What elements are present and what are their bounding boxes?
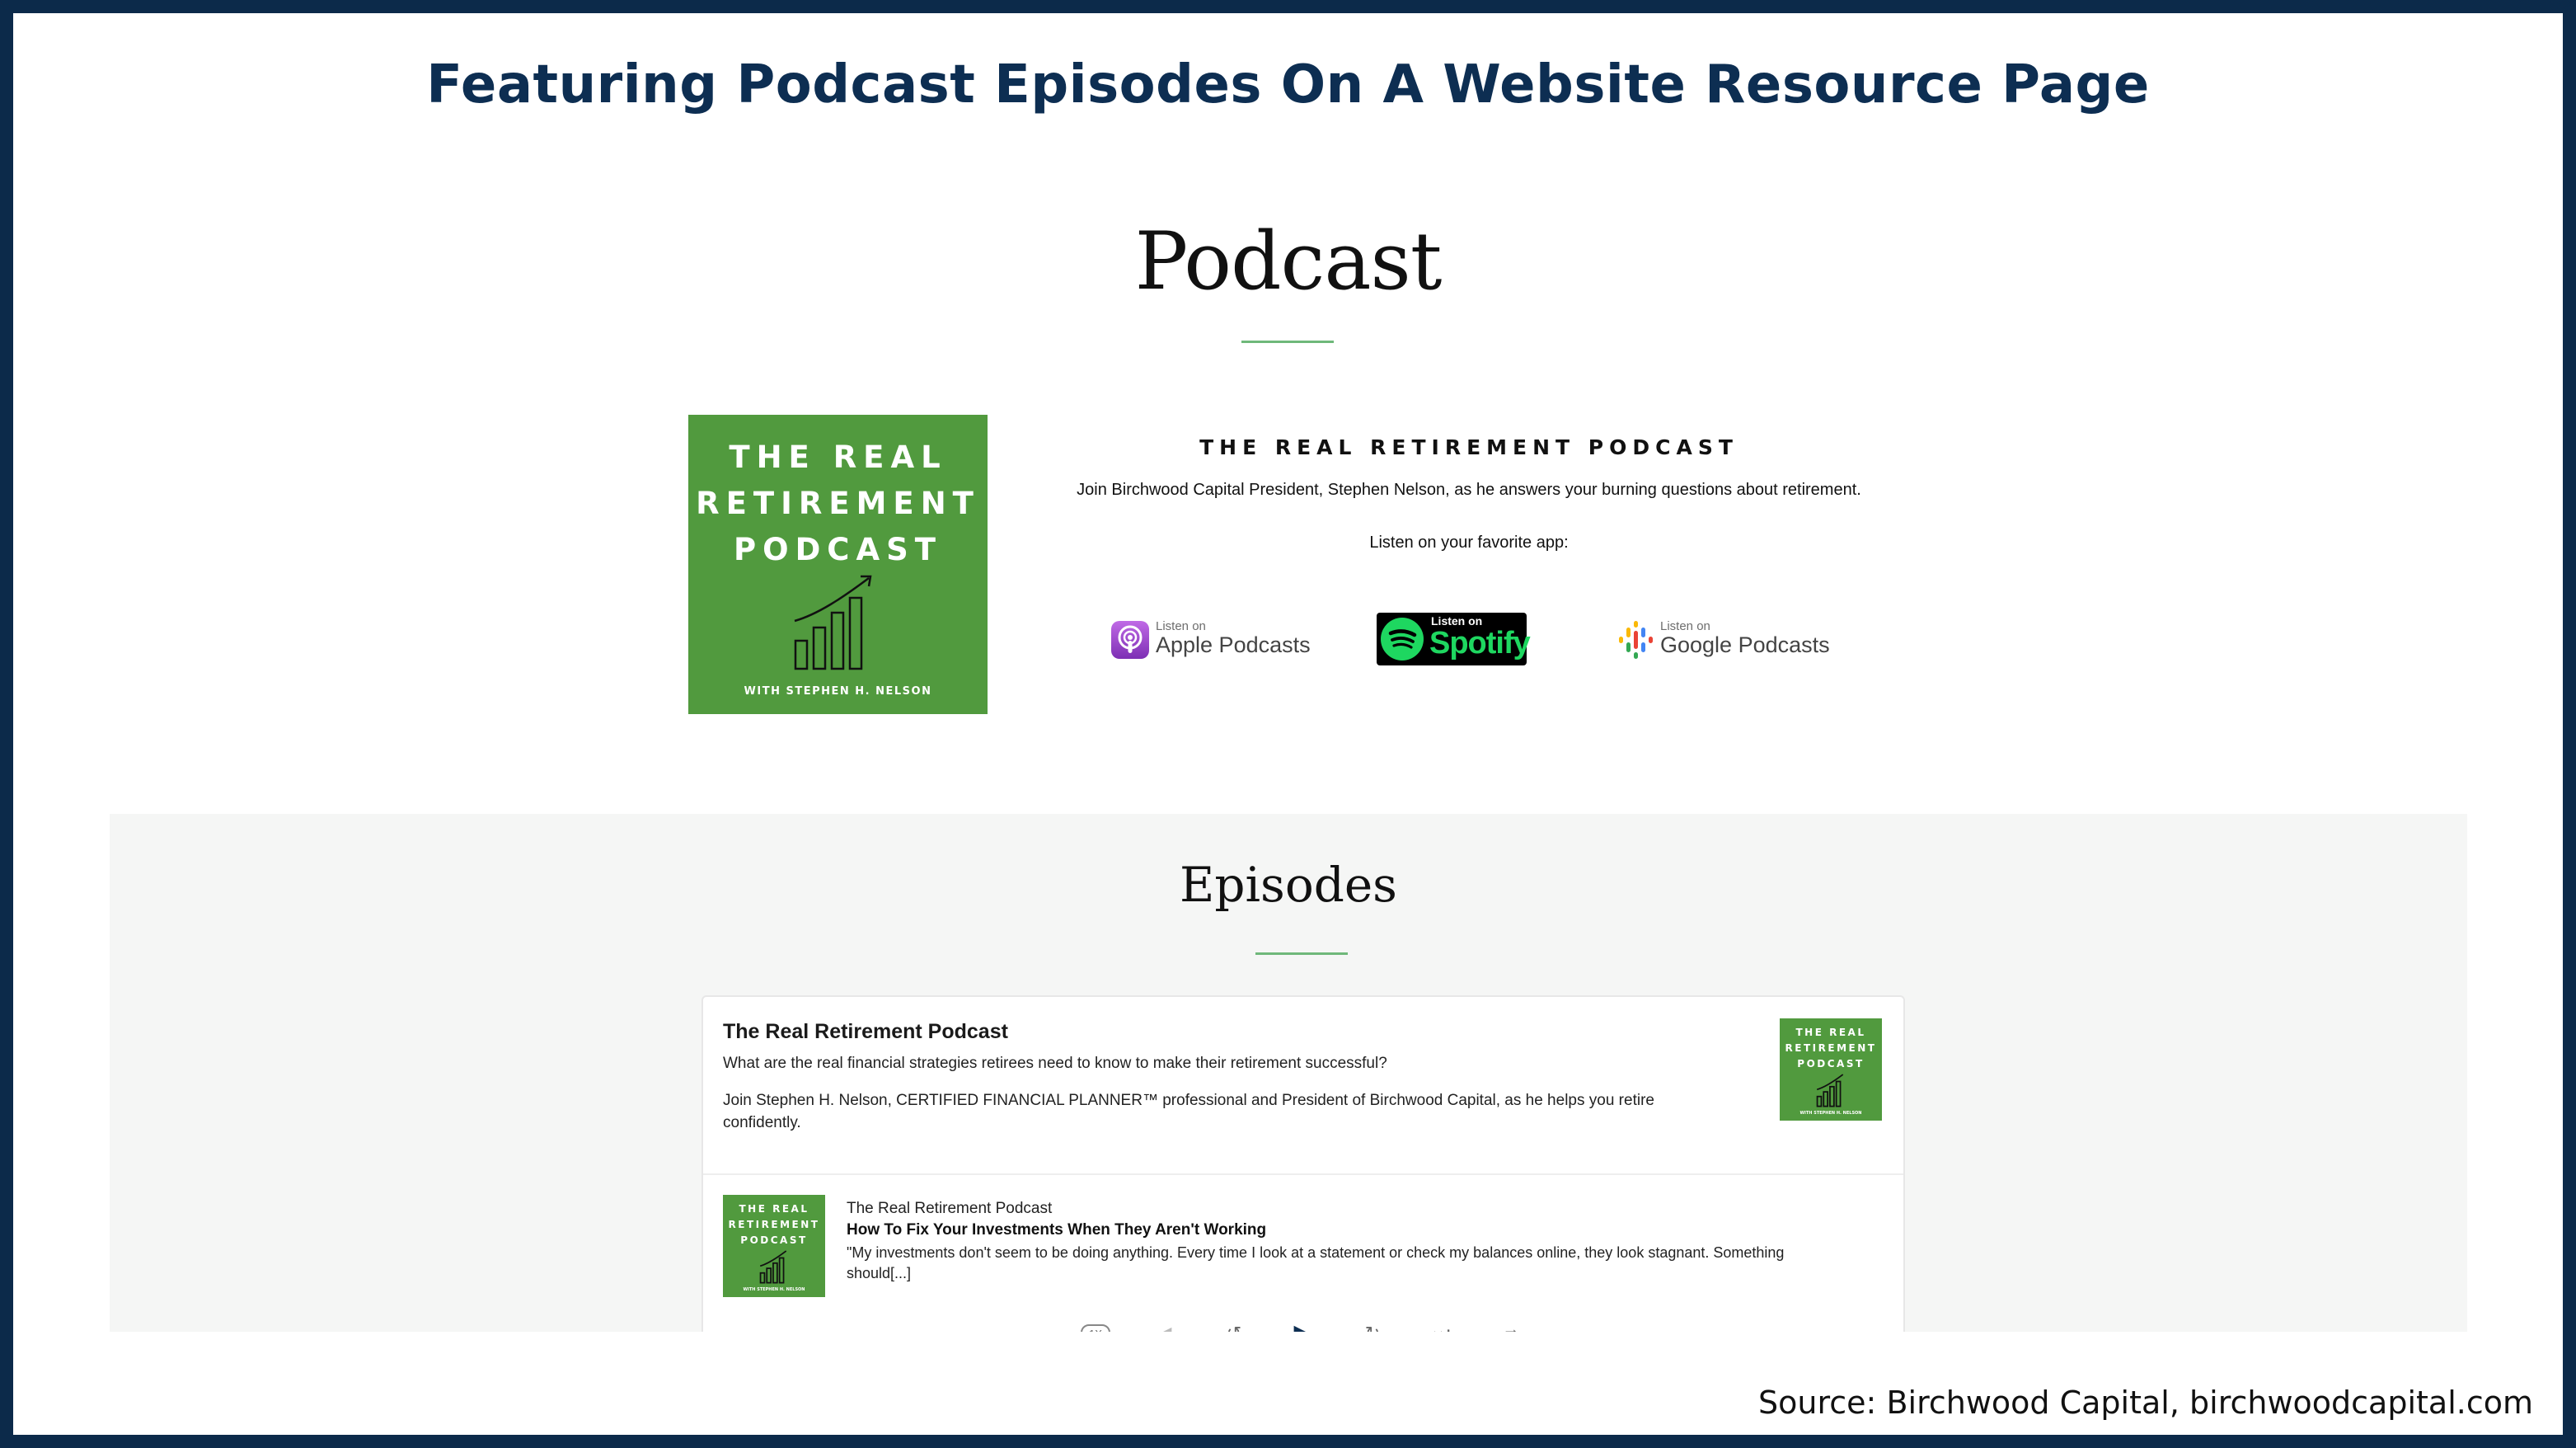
apple-podcasts-label: Apple Podcasts [1156,632,1311,657]
episode-growth-chart-icon [759,1250,787,1284]
listen-prompt: Listen on your favorite app: [1369,534,1569,552]
google-listen-on: Listen on [1660,619,1710,633]
cover-line-1: THE REAL [729,440,947,475]
cover-line-2: RETIREMENT [696,486,980,521]
apple-podcasts-icon [1111,621,1149,659]
card-cover-line-1: THE REAL [1795,1027,1866,1038]
spotify-icon [1381,618,1424,661]
episode-cover-host: WITH STEPHEN H. NELSON [743,1287,805,1292]
card-cover-host: WITH STEPHEN H. NELSON [1799,1111,1862,1116]
previous-episode-icon[interactable]: ◀ [1147,1317,1183,1332]
share-icon[interactable]: ➦ [1493,1317,1529,1332]
cover-host: WITH STEPHEN H. NELSON [744,685,932,698]
spotify-badge[interactable]: Listen on Spotify [1377,613,1531,665]
episode-cover-art[interactable]: THE REAL RETIREMENT PODCAST WITH STEPHEN… [723,1195,825,1297]
google-podcasts-icon [1619,621,1653,659]
episode-cover-line-1: THE REAL [739,1203,809,1215]
episodes-section: Episodes The Real Retirement Podcast Wha… [110,814,2467,1332]
card-cover-art[interactable]: THE REAL RETIREMENT PODCAST WITH STEPHEN… [1780,1018,1882,1121]
card-cover-line-3: PODCAST [1797,1058,1865,1070]
apple-podcasts-badge[interactable]: Listen on Apple Podcasts [1100,613,1316,665]
card-body: Join Stephen H. Nelson, CERTIFIED FINANC… [723,1092,1654,1131]
card-growth-chart-icon [1816,1074,1844,1107]
podcast-cover-art[interactable]: THE REAL RETIREMENT PODCAST WITH STEPHEN… [688,415,988,714]
playback-speed-button[interactable]: 1X [1077,1317,1114,1332]
episode-description: "My investments don't seem to be doing a… [847,1244,1785,1281]
page-heading: Podcast [1134,215,1443,308]
podcast-title: THE REAL RETIREMENT PODCAST [1199,435,1738,459]
player-controls: 1X ◀ ↺ ▶ ↻ ⏭ ➦ [1077,1317,1539,1332]
rewind-icon[interactable]: ↺ [1216,1317,1252,1332]
google-podcasts-label: Google Podcasts [1660,632,1830,657]
fast-forward-icon[interactable]: ↻ [1354,1317,1391,1332]
episode-show-name: The Real Retirement Podcast [847,1200,1053,1217]
google-podcasts-badge[interactable]: Listen on Google Podcasts [1607,613,1830,665]
slide-title: Featuring Podcast Episodes On A Website … [426,54,2150,115]
card-question: What are the real financial strategies r… [723,1055,1387,1072]
growth-chart-icon [794,575,872,670]
episodes-accent-rule [1255,952,1348,955]
podcast-description: Join Birchwood Capital President, Stephe… [1077,481,1861,499]
spotify-label: Spotify [1429,626,1531,661]
card-cover-line-2: RETIREMENT [1785,1042,1877,1054]
episodes-heading: Episodes [1180,857,1397,913]
card-show-title[interactable]: The Real Retirement Podcast [723,1020,1008,1044]
card-divider [703,1173,1903,1175]
play-icon[interactable]: ▶ [1285,1317,1321,1333]
apple-listen-on: Listen on [1156,619,1206,633]
cover-line-3: PODCAST [734,532,942,567]
next-episode-icon[interactable]: ⏭ [1424,1317,1460,1332]
source-caption: Source: Birchwood Capital, birchwoodcapi… [1758,1385,2533,1421]
heading-accent-rule [1241,341,1334,343]
playback-speed-label: 1X [1081,1323,1110,1332]
podcast-player-card: The Real Retirement Podcast What are the… [701,995,1905,1332]
episode-title[interactable]: How To Fix Your Investments When They Ar… [847,1221,1266,1239]
episode-cover-line-2: RETIREMENT [728,1219,820,1230]
episode-cover-line-3: PODCAST [740,1234,808,1246]
slide: Featuring Podcast Episodes On A Website … [13,13,2563,1435]
